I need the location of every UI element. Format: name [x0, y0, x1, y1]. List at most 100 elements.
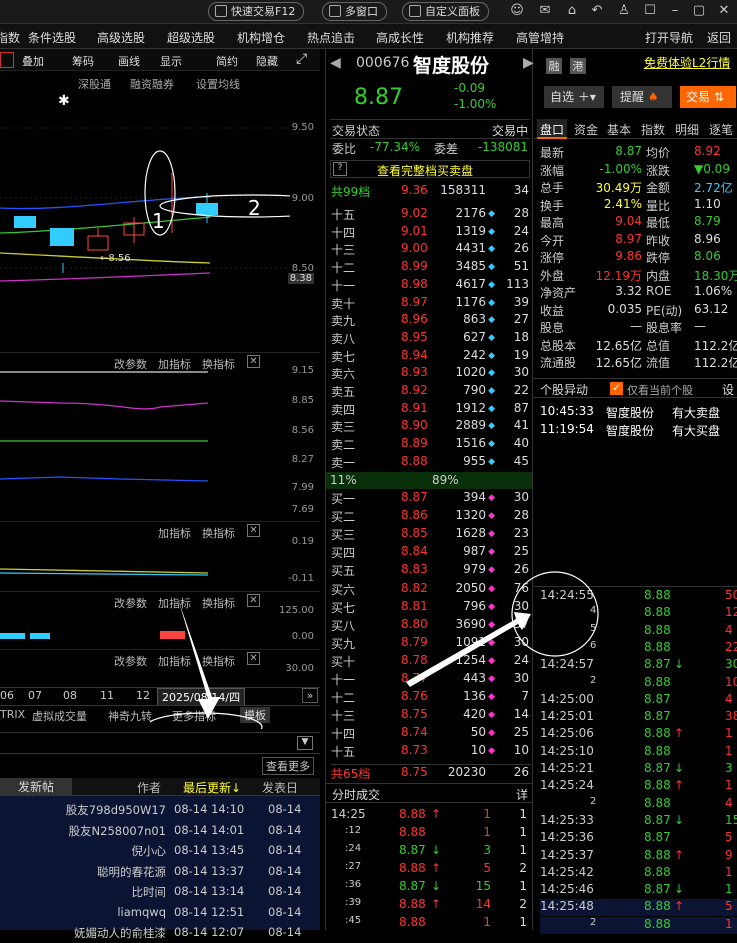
add-indicator-button[interactable]: 加指标 [158, 525, 191, 541]
order-level-row[interactable]: 十四 8.74 50 ◆ 25 [331, 725, 531, 742]
ticks-detail-button[interactable]: 详 [516, 786, 528, 803]
back-menu[interactable]: 返回 [707, 29, 731, 46]
view-more-button[interactable]: 查看更多 [262, 757, 314, 775]
menu-item[interactable]: 热点追击 [307, 29, 355, 46]
order-level-row[interactable]: 十二 8.99 3485 ◆ 51 [331, 259, 531, 276]
tab-virtual-volume[interactable]: 虚拟成交量 [32, 708, 87, 724]
forum-row[interactable]: 比时间 08-14 13:14 08-14 [0, 882, 320, 902]
home-icon[interactable]: ⌂ [565, 4, 579, 18]
multi-window-button[interactable]: 多窗口 [322, 2, 387, 21]
chips-button[interactable]: 筹码 [72, 53, 94, 69]
prev-stock-icon[interactable]: ◀ [330, 55, 341, 71]
order-level-row[interactable]: 卖九 8.96 863 ◆ 27 [331, 312, 531, 329]
settings-icon[interactable]: ☐ [643, 4, 657, 18]
close-icon[interactable]: ✕ [247, 355, 260, 368]
order-level-row[interactable]: 卖三 8.90 2889 ◆ 41 [331, 418, 531, 435]
back-icon[interactable]: ↶ [590, 4, 604, 18]
custom-panel-button[interactable]: 自定义面板 [402, 2, 489, 21]
order-level-row[interactable]: 卖一 8.88 955 ◆ 45 [331, 454, 531, 471]
hide-button[interactable]: 隐藏 [256, 53, 278, 69]
dropdown-icon[interactable] [0, 52, 14, 68]
order-level-row[interactable]: 卖二 8.89 1516 ◆ 40 [331, 436, 531, 453]
close-icon[interactable]: ✕ [247, 524, 260, 537]
forum-author: liamqwq [117, 904, 166, 919]
edit-params-button[interactable]: 改参数 [114, 653, 147, 669]
order-level-row[interactable]: 卖七 8.94 242 ◆ 19 [331, 348, 531, 365]
open-nav-menu[interactable]: 打开导航 [645, 29, 693, 46]
tab-basic[interactable]: 基本 [607, 121, 631, 138]
new-post-button[interactable]: 发新帖 [0, 778, 72, 795]
simple-button[interactable]: 简约 [216, 53, 238, 69]
tab-trix[interactable]: TRIX [0, 708, 25, 721]
alert-row[interactable]: 10:45:33 智度股份 有大卖盘 [534, 404, 737, 421]
forum-row[interactable]: 倪小心 08-14 13:45 08-14 [0, 841, 320, 861]
menu-item[interactable]: 条件选股 [28, 29, 76, 46]
menu-item[interactable]: 高级选股 [97, 29, 145, 46]
order-level-row[interactable]: 十四 9.01 1319 ◆ 24 [331, 224, 531, 241]
trade-button[interactable]: 交易 ⇅ [680, 86, 736, 108]
alert-settings-button[interactable]: 设 [722, 381, 734, 398]
forum-row[interactable]: 聪明的春花源 08-14 13:37 08-14 [0, 862, 320, 882]
col-posted[interactable]: 发表日 [262, 779, 298, 796]
order-level-row[interactable]: 买二 8.86 1320 ◆ 28 [331, 508, 531, 525]
col-author[interactable]: 作者 [137, 779, 161, 796]
order-level-row[interactable]: 十三 9.00 4431 ◆ 26 [331, 241, 531, 258]
close-icon[interactable]: ✕ [717, 4, 731, 18]
tab-hk-connect[interactable]: 深股通 [78, 76, 111, 92]
menu-item[interactable]: 高成长性 [376, 29, 424, 46]
only-current-label[interactable]: 仅看当前个股 [627, 382, 693, 398]
order-level-row[interactable]: 十五 8.73 10 ◆ 10 [331, 743, 531, 760]
remind-button[interactable]: 提醒 ♠ [612, 86, 672, 108]
forum-row[interactable]: liamqwq 08-14 12:51 08-14 [0, 903, 320, 923]
order-level-row[interactable]: 卖八 8.95 627 ◆ 18 [331, 330, 531, 347]
order-level-row[interactable]: 十一 8.98 4617 ◆ 113 [331, 277, 531, 294]
shirt-icon[interactable]: ♙ [617, 4, 631, 18]
tab-ma-settings[interactable]: 设置均线 [196, 76, 240, 92]
order-level-row[interactable]: 买一 8.87 394 ◆ 30 [331, 490, 531, 507]
user-icon[interactable]: ☺ [510, 4, 524, 18]
tab-index[interactable]: 指数 [641, 121, 665, 138]
order-level-row[interactable]: 卖四 8.91 1912 ◆ 87 [331, 401, 531, 418]
order-level-row[interactable]: 买四 8.84 987 ◆ 25 [331, 544, 531, 561]
menu-item[interactable]: 超级选股 [167, 29, 215, 46]
forum-row[interactable]: 股友798d950W17 08-14 14:10 08-14 [0, 800, 320, 820]
menu-item[interactable]: 指数 [0, 29, 20, 46]
order-level-row[interactable]: 卖五 8.92 790 ◆ 22 [331, 383, 531, 400]
expand-icon[interactable]: ⤢ [296, 51, 307, 67]
order-level-row[interactable]: 卖六 8.93 1020 ◆ 30 [331, 365, 531, 382]
menu-item[interactable]: 机构推荐 [446, 29, 494, 46]
tab-handicap[interactable]: 盘口 [537, 119, 568, 139]
add-watchlist-button[interactable]: 自选 ＋▾ [544, 86, 604, 108]
edit-params-button[interactable]: 改参数 [114, 595, 147, 611]
menu-item[interactable]: 机构增仓 [237, 29, 285, 46]
quick-trade-button[interactable]: 快速交易F12 [208, 2, 305, 21]
order-level-row[interactable]: 十五 9.02 2176 ◆ 28 [331, 206, 531, 223]
mail-icon[interactable]: ✉ [538, 4, 552, 18]
tab-margin[interactable]: 融资融券 [130, 76, 174, 92]
checkbox-icon[interactable]: ✓ [610, 382, 623, 395]
order-level-row[interactable]: 买三 8.85 1628 ◆ 23 [331, 526, 531, 543]
collapse-icon[interactable]: ▼ [297, 736, 313, 750]
scroll-right-icon[interactable]: » [302, 688, 318, 703]
col-last-update[interactable]: 最后更新↓ [183, 779, 241, 796]
view-full-book-button[interactable]: ? 查看完整档买卖盘 [330, 160, 530, 178]
order-level-row[interactable]: 十三 8.75 420 ◆ 14 [331, 707, 531, 724]
order-level-row[interactable]: 卖十 8.97 1176 ◆ 39 [331, 295, 531, 312]
forum-row[interactable]: 妩媚动人的俞桂漆 08-14 12:07 08-14 [0, 923, 320, 943]
menu-item[interactable]: 高管增持 [516, 29, 564, 46]
l2-promo-link[interactable]: 免费体验L2行情 [644, 54, 730, 71]
tab-funds[interactable]: 资金 [574, 121, 598, 138]
tab-tick-by-tick[interactable]: 逐笔 [709, 121, 733, 138]
forum-row[interactable]: 股友N258007n01 08-14 14:01 08-14 [0, 821, 320, 841]
overlay-button[interactable]: 叠加 [22, 53, 44, 69]
draw-line-button[interactable]: 画线 [118, 53, 140, 69]
tab-detail[interactable]: 明细 [675, 121, 699, 138]
tab-magic-nine[interactable]: 神奇九转 [108, 708, 152, 724]
maximize-icon[interactable]: ▢ [692, 4, 706, 18]
alert-row[interactable]: 11:19:54 智度股份 有大买盘 [534, 422, 737, 439]
display-button[interactable]: 显示 [160, 53, 182, 69]
next-stock-icon[interactable]: ▶ [523, 55, 534, 71]
minimize-icon[interactable]: – [668, 4, 682, 18]
switch-indicator-button[interactable]: 换指标 [202, 525, 235, 541]
level-volume: 863 [463, 312, 486, 327]
